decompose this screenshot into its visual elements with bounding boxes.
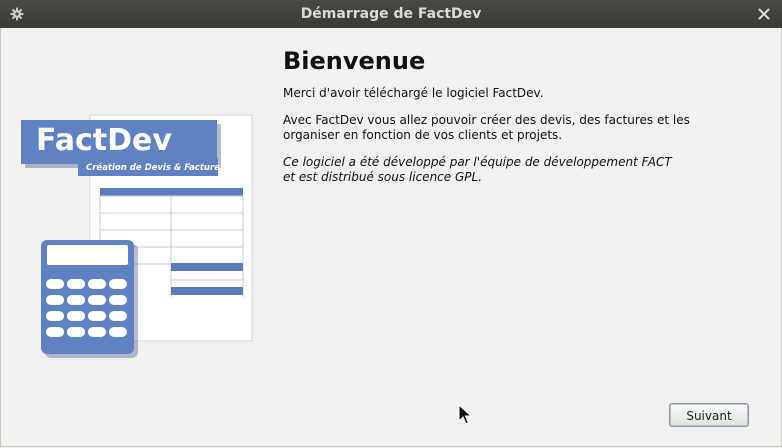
description-line-2: organiser en fonction de vos clients et … (283, 128, 563, 142)
description-line-1: Avec FactDev vous allez pouvoir créer de… (283, 113, 690, 127)
close-icon[interactable] (756, 6, 772, 22)
dialog-window: Démarrage de FactDev FactDev Création de… (0, 0, 782, 448)
window-title: Démarrage de FactDev (300, 6, 482, 22)
next-button[interactable]: Suivant (669, 403, 749, 427)
welcome-content: Bienvenue Merci d'avoir téléchargé le lo… (283, 46, 743, 197)
license-text: Ce logiciel a été développé par l'équipe… (283, 155, 743, 185)
license-line-2: et est distribué sous licence GPL. (283, 170, 483, 184)
title-bar[interactable]: Démarrage de FactDev (0, 0, 782, 28)
logo-name: FactDev (36, 123, 172, 158)
factdev-logo-illustration: FactDev Création de Devis & Facture (18, 114, 258, 364)
thanks-text: Merci d'avoir téléchargé le logiciel Fac… (283, 86, 743, 101)
mouse-pointer-icon (458, 404, 472, 425)
welcome-heading: Bienvenue (283, 47, 426, 75)
logo-tagline: Création de Devis & Facture (86, 162, 220, 173)
thanks-line: Merci d'avoir téléchargé le logiciel Fac… (283, 86, 544, 100)
description-text: Avec FactDev vous allez pouvoir créer de… (283, 113, 743, 143)
license-line-1: Ce logiciel a été développé par l'équipe… (283, 155, 672, 169)
